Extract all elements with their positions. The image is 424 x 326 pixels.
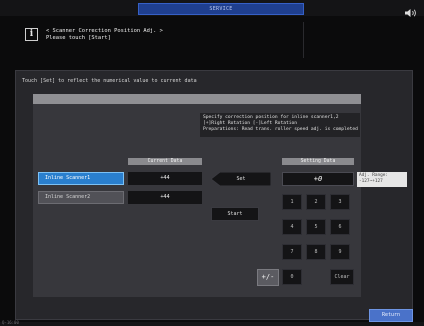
keypad-key-2[interactable]: 2	[306, 194, 326, 210]
message-subtitle: Please touch [Start]	[46, 35, 111, 41]
clear-button[interactable]: Clear	[330, 269, 354, 285]
setting-value-field[interactable]: +0	[282, 172, 354, 186]
instruction-text: Touch [Set] to reflect the numerical val…	[22, 78, 197, 84]
keypad-key-8[interactable]: 8	[306, 244, 326, 260]
setting-data-header: Setting Data	[282, 158, 354, 165]
keypad-key-3[interactable]: 3	[330, 194, 350, 210]
start-button[interactable]: Start	[211, 207, 259, 221]
speaker-icon[interactable]	[404, 3, 418, 17]
corner-status: Q-16:00	[2, 320, 19, 325]
keypad-key-1[interactable]: 1	[282, 194, 302, 210]
adjustment-range-box: Adj. Range: -127~+127	[357, 172, 407, 187]
keypad-key-9[interactable]: 9	[330, 244, 350, 260]
message-title: < Scanner Correction Position Adj. >	[46, 28, 163, 34]
keypad-key-0[interactable]: 0	[282, 269, 302, 285]
description-box: Specify correction position for inline s…	[200, 113, 360, 137]
description-line: Preparations: Read trans. roller speed a…	[203, 127, 358, 132]
current-data-header: Current Data	[128, 158, 202, 165]
scanner1-current-value: +44	[128, 172, 202, 185]
inline-scanner1-button[interactable]: Inline Scanner1	[38, 172, 124, 185]
divider	[303, 22, 304, 58]
keypad-key-5[interactable]: 5	[306, 219, 326, 235]
scanner2-current-value: +44	[128, 191, 202, 204]
set-button[interactable]: Set	[211, 172, 271, 186]
keypad-key-6[interactable]: 6	[330, 219, 350, 235]
set-button-label: Set	[236, 176, 246, 182]
header-band	[33, 94, 361, 104]
inline-scanner2-button[interactable]: Inline Scanner2	[38, 191, 124, 204]
keypad-key-7[interactable]: 7	[282, 244, 302, 260]
info-icon: i	[25, 28, 38, 41]
plus-minus-button[interactable]: +/-	[257, 269, 279, 286]
return-button[interactable]: Return	[369, 309, 413, 322]
bottom-strip	[0, 322, 424, 326]
service-mode-tab: SERVICE	[138, 3, 304, 15]
keypad-key-4[interactable]: 4	[282, 219, 302, 235]
range-value: -127~+127	[359, 178, 383, 184]
